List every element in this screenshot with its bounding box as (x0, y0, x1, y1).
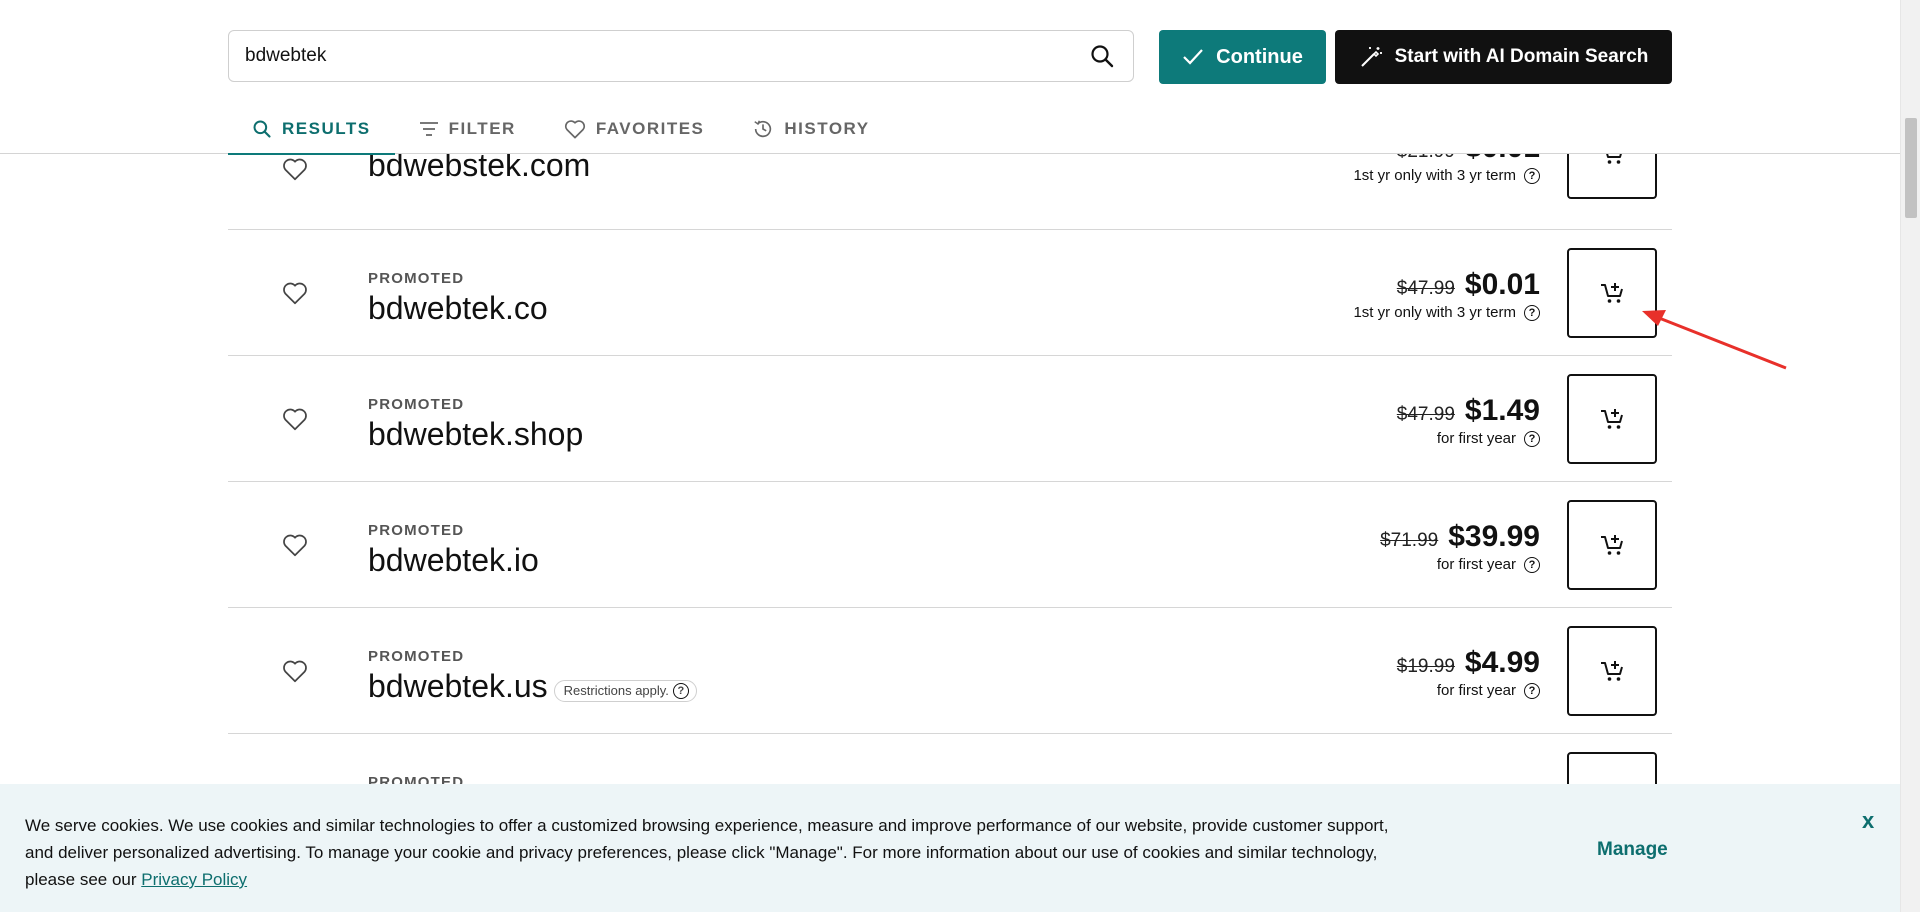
price-block: $47.99 $0.01 1st yr only with 3 yr term … (1353, 268, 1540, 321)
original-price: $19.99 (1396, 656, 1455, 677)
filter-icon (419, 122, 438, 136)
heart-icon (564, 120, 585, 139)
promoted-label: PROMOTED (368, 270, 465, 287)
cart-plus-icon (1601, 409, 1623, 429)
price-block: $19.99 $4.99 for first year ? (1397, 646, 1540, 699)
domain-text: bdwebtek.co (368, 290, 548, 326)
cart-plus-icon (1601, 283, 1623, 303)
sale-price: $0.01 (1464, 268, 1540, 301)
domain-text: bdwebtek.io (368, 542, 539, 578)
domain-name: bdwebtek.io (368, 542, 539, 579)
ai-search-label: Start with AI Domain Search (1394, 46, 1649, 67)
price-term: for first year (1436, 682, 1516, 699)
add-to-cart-button[interactable] (1567, 500, 1657, 590)
promoted-label: PROMOTED (368, 396, 465, 413)
tab-label: HISTORY (784, 119, 870, 138)
sale-price: $4.99 (1464, 646, 1540, 679)
history-icon (754, 120, 772, 138)
price-term: 1st yr only with 3 yr term (1353, 304, 1516, 321)
result-row: PROMOTED bdwebtek.us Restrictions apply.… (228, 608, 1672, 734)
cookie-banner: We serve cookies. We use cookies and sim… (0, 784, 1900, 912)
original-price: $71.99 (1380, 530, 1439, 551)
search-input[interactable] (245, 45, 1087, 67)
result-row: PROMOTED bdwebtek.co $47.99 $0.01 1st yr… (228, 230, 1672, 356)
sale-price: $1.49 (1464, 394, 1540, 427)
magic-wand-icon (1360, 47, 1382, 67)
domain-name: bdwebtek.co (368, 290, 548, 327)
cart-plus-icon (1601, 535, 1623, 555)
cart-plus-icon (1601, 661, 1623, 681)
price-block: $71.99 $39.99 for first year ? (1380, 520, 1540, 573)
tab-favorites[interactable]: FAVORITES (540, 104, 729, 154)
favorite-heart-icon[interactable] (280, 154, 310, 184)
restrictions-badge[interactable]: Restrictions apply. ? (553, 679, 697, 702)
help-icon[interactable]: ? (1524, 167, 1540, 184)
add-to-cart-button[interactable] (1567, 626, 1657, 716)
add-to-cart-button[interactable] (1567, 248, 1657, 338)
search-icon (253, 120, 271, 138)
add-to-cart-button[interactable] (1567, 374, 1657, 464)
manage-cookies-link[interactable]: Manage (1597, 839, 1668, 861)
tab-label: RESULTS (282, 119, 371, 138)
search-box (228, 30, 1134, 82)
continue-button[interactable]: Continue (1159, 30, 1326, 84)
promoted-label: PROMOTED (368, 648, 465, 665)
help-icon[interactable]: ? (1524, 304, 1540, 321)
promoted-label: PROMOTED (368, 522, 465, 539)
tab-results[interactable]: RESULTS (228, 104, 395, 155)
tab-label: FAVORITES (595, 119, 705, 138)
ai-domain-search-button[interactable]: Start with AI Domain Search (1335, 30, 1672, 84)
domain-text: bdwebtek.us (368, 668, 548, 704)
results-tabs: RESULTS FILTER FAVORITES HISTORY (228, 104, 894, 155)
close-banner-button[interactable]: x (1862, 808, 1874, 834)
help-icon[interactable]: ? (672, 682, 689, 699)
domain-name: bdwebtek.us Restrictions apply. ? (368, 668, 697, 705)
price-block: $47.99 $1.49 for first year ? (1397, 394, 1540, 447)
price-term: for first year (1436, 556, 1516, 573)
tab-filter[interactable]: FILTER (395, 104, 540, 154)
original-price: $47.99 (1396, 278, 1455, 299)
help-icon[interactable]: ? (1524, 430, 1540, 447)
price-term: for first year (1436, 430, 1516, 447)
scrollbar-thumb[interactable] (1905, 118, 1917, 218)
original-price: $47.99 (1396, 404, 1455, 425)
restrictions-text: Restrictions apply. (563, 683, 669, 698)
favorite-heart-icon[interactable] (280, 656, 310, 686)
help-icon[interactable]: ? (1524, 682, 1540, 699)
search-header: Continue Start with AI Domain Search RES… (0, 0, 1900, 155)
favorite-heart-icon[interactable] (280, 530, 310, 560)
tab-history[interactable]: HISTORY (728, 104, 893, 154)
result-row: PROMOTED bdwebtek.io $71.99 $39.99 for f… (228, 482, 1672, 608)
cookie-message: We serve cookies. We use cookies and sim… (25, 812, 1405, 893)
domain-text: bdwebtek.shop (368, 416, 584, 452)
help-icon[interactable]: ? (1524, 556, 1540, 573)
privacy-policy-link[interactable]: Privacy Policy (141, 870, 247, 889)
favorite-heart-icon[interactable] (280, 404, 310, 434)
tab-label: FILTER (448, 119, 516, 138)
search-icon[interactable] (1087, 41, 1117, 71)
result-row: PROMOTED bdwebtek.shop $47.99 $1.49 for … (228, 356, 1672, 482)
continue-label: Continue (1216, 45, 1303, 68)
domain-name: bdwebtek.shop (368, 416, 583, 453)
price-term: 1st yr only with 3 yr term (1353, 167, 1516, 184)
page-scrollbar[interactable] (1900, 0, 1920, 912)
domain-search-page: bdwebstek.com $21.99 $0.01 1st yr only w… (0, 0, 1920, 912)
checkmark-icon (1183, 49, 1203, 65)
favorite-heart-icon[interactable] (280, 278, 310, 308)
results-list: bdwebstek.com $21.99 $0.01 1st yr only w… (228, 109, 1672, 860)
sale-price: $39.99 (1448, 520, 1540, 553)
